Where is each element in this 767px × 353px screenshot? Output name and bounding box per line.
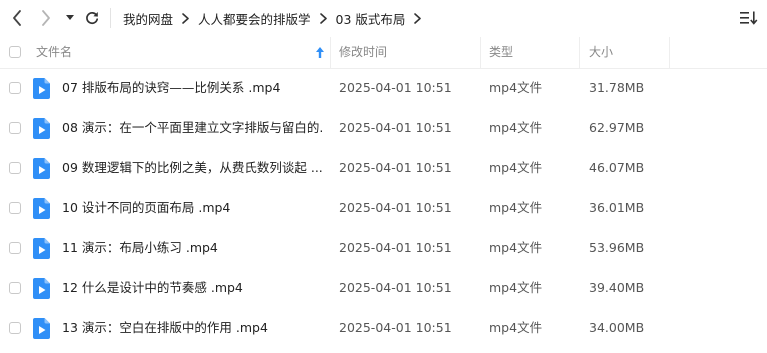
toolbar: 我的网盘 人人都要会的排版学 03 版式布局 (0, 0, 767, 36)
video-file-icon (33, 278, 50, 299)
breadcrumb-item-current[interactable]: 03 版式布局 (336, 9, 406, 28)
refresh-icon (86, 12, 99, 25)
video-file-icon (33, 198, 50, 219)
chevron-right-icon (182, 12, 189, 24)
column-divider[interactable] (480, 37, 481, 68)
select-all-checkbox[interactable] (9, 46, 21, 58)
video-file-icon (33, 118, 50, 139)
file-type: mp4文件 (489, 160, 543, 175)
view-sort-button[interactable] (739, 8, 759, 28)
file-size: 34.00MB (589, 320, 645, 335)
video-file-icon (33, 318, 50, 339)
file-list-header: 文件名 修改时间 类型 大小 (0, 37, 767, 69)
file-modified: 2025-04-01 10:51 (339, 280, 452, 295)
history-dropdown-button[interactable] (64, 8, 76, 28)
file-size: 46.07MB (589, 160, 645, 175)
file-modified: 2025-04-01 10:51 (339, 160, 452, 175)
list-view-sort-icon (740, 11, 758, 25)
file-browser-window: 我的网盘 人人都要会的排版学 03 版式布局 文件名 修改时间 类型 大小 07… (0, 0, 767, 353)
file-modified: 2025-04-01 10:51 (339, 240, 452, 255)
back-button[interactable] (9, 8, 25, 28)
breadcrumb-item-root[interactable]: 我的网盘 (123, 9, 173, 28)
file-list: 07 排版布局的诀窍——比例关系 .mp4 2025-04-01 10:51 m… (0, 68, 767, 348)
column-header-size[interactable]: 大小 (589, 37, 613, 68)
chevron-right-icon (319, 12, 327, 24)
file-type: mp4文件 (489, 200, 543, 215)
file-name[interactable]: 13 演示：空白在排版中的作用 .mp4 (62, 308, 324, 348)
row-checkbox[interactable] (9, 282, 21, 294)
file-row[interactable]: 12 什么是设计中的节奏感 .mp4 2025-04-01 10:51 mp4文… (0, 268, 767, 308)
column-header-name[interactable]: 文件名 (36, 37, 72, 68)
row-checkbox[interactable] (9, 122, 21, 134)
file-type: mp4文件 (489, 320, 543, 335)
video-file-icon (33, 158, 50, 179)
forward-button[interactable] (38, 8, 54, 28)
file-type: mp4文件 (489, 280, 543, 295)
column-header-modified[interactable]: 修改时间 (339, 37, 387, 68)
sort-ascending-icon[interactable] (315, 46, 325, 60)
row-checkbox[interactable] (9, 242, 21, 254)
file-modified: 2025-04-01 10:51 (339, 80, 452, 95)
video-file-icon (33, 238, 50, 259)
file-row[interactable]: 10 设计不同的页面布局 .mp4 2025-04-01 10:51 mp4文件… (0, 188, 767, 228)
column-header-type[interactable]: 类型 (489, 37, 513, 68)
row-checkbox[interactable] (9, 202, 21, 214)
file-modified: 2025-04-01 10:51 (339, 120, 452, 135)
row-checkbox[interactable] (9, 82, 21, 94)
refresh-button[interactable] (84, 8, 100, 28)
column-divider[interactable] (669, 37, 670, 68)
file-name[interactable]: 07 排版布局的诀窍——比例关系 .mp4 (62, 68, 324, 108)
column-divider[interactable] (579, 37, 580, 68)
file-name[interactable]: 12 什么是设计中的节奏感 .mp4 (62, 268, 324, 308)
file-type: mp4文件 (489, 120, 543, 135)
toolbar-divider (110, 8, 111, 28)
file-type: mp4文件 (489, 240, 543, 255)
caret-down-icon (66, 15, 74, 20)
file-row[interactable]: 07 排版布局的诀窍——比例关系 .mp4 2025-04-01 10:51 m… (0, 68, 767, 108)
file-row[interactable]: 09 数理逻辑下的比例之美，从费氏数列谈起 .... 2025-04-01 10… (0, 148, 767, 188)
file-name[interactable]: 10 设计不同的页面布局 .mp4 (62, 188, 324, 228)
file-size: 36.01MB (589, 200, 645, 215)
breadcrumb: 我的网盘 人人都要会的排版学 03 版式布局 (123, 8, 430, 28)
file-row[interactable]: 08 演示：在一个平面里建立文字排版与留白的... 2025-04-01 10:… (0, 108, 767, 148)
row-checkbox[interactable] (9, 162, 21, 174)
file-name[interactable]: 09 数理逻辑下的比例之美，从费氏数列谈起 .... (62, 148, 324, 188)
column-divider[interactable] (330, 37, 331, 68)
breadcrumb-item-course[interactable]: 人人都要会的排版学 (198, 9, 311, 28)
file-name[interactable]: 11 演示：布局小练习 .mp4 (62, 228, 324, 268)
row-checkbox[interactable] (9, 322, 21, 334)
file-row[interactable]: 11 演示：布局小练习 .mp4 2025-04-01 10:51 mp4文件 … (0, 228, 767, 268)
chevron-left-icon (13, 10, 21, 26)
file-size: 31.78MB (589, 80, 645, 95)
file-size: 39.40MB (589, 280, 645, 295)
file-name[interactable]: 08 演示：在一个平面里建立文字排版与留白的... (62, 108, 324, 148)
file-type: mp4文件 (489, 80, 543, 95)
file-row[interactable]: 13 演示：空白在排版中的作用 .mp4 2025-04-01 10:51 mp… (0, 308, 767, 348)
video-file-icon (33, 78, 50, 99)
file-modified: 2025-04-01 10:51 (339, 200, 452, 215)
file-size: 62.97MB (589, 120, 645, 135)
chevron-right-icon (414, 12, 422, 24)
file-modified: 2025-04-01 10:51 (339, 320, 452, 335)
file-size: 53.96MB (589, 240, 645, 255)
chevron-right-icon (42, 10, 50, 26)
